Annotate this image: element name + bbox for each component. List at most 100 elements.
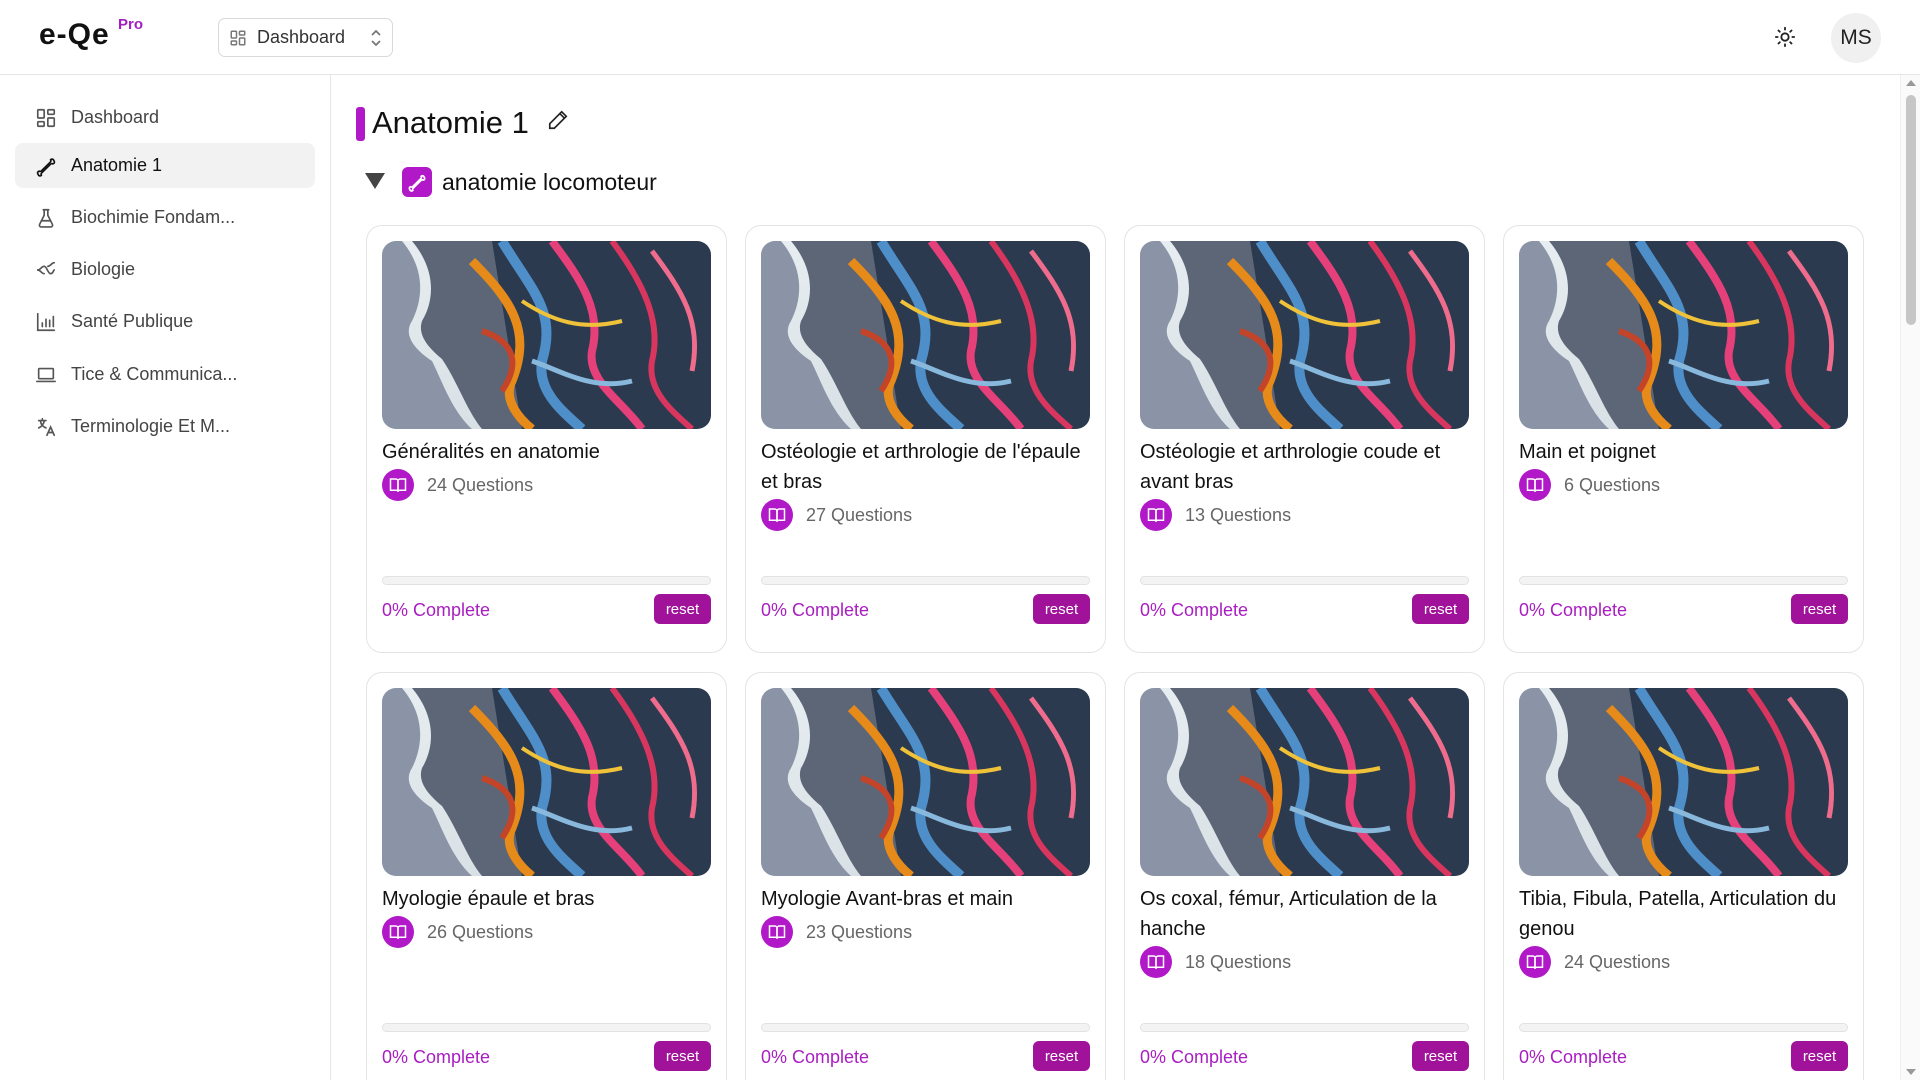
question-count-row: 13 Questions (1140, 499, 1291, 531)
sun-icon (1774, 26, 1796, 48)
edit-title-button[interactable] (547, 109, 569, 136)
sidebar-item-biochimie[interactable]: Biochimie Fondam... (15, 195, 315, 240)
lesson-card[interactable]: Myologie Avant-bras et main 23 Questions… (745, 672, 1106, 1080)
card-anatomy-image (1519, 688, 1848, 876)
reset-button[interactable]: reset (654, 594, 711, 624)
book-icon (761, 499, 793, 531)
reset-button[interactable]: reset (1412, 1041, 1469, 1071)
book-icon (1140, 499, 1172, 531)
scroll-up-arrow[interactable] (1906, 80, 1916, 86)
book-icon (1140, 946, 1172, 978)
scrollbar[interactable] (1900, 75, 1920, 1080)
card-title: Ostéologie et arthrologie coude et avant… (1140, 441, 1441, 493)
reset-button[interactable]: reset (1033, 594, 1090, 624)
card-title: Généralités en anatomie (382, 441, 600, 463)
book-icon (1519, 946, 1551, 978)
question-count: 24 Questions (1564, 951, 1671, 972)
progress-bar (761, 576, 1090, 585)
card-anatomy-image (1140, 688, 1469, 876)
sidebar-item-sante-publique[interactable]: Santé Publique (15, 299, 315, 344)
lesson-card[interactable]: Myologie épaule et bras 26 Questions 0% … (366, 672, 727, 1080)
question-count-row: 6 Questions (1519, 469, 1660, 501)
sidebar-item-anatomie-1[interactable]: Anatomie 1 (15, 143, 315, 188)
progress-bar (1519, 1023, 1848, 1032)
card-title: Ostéologie et arthrologie de l'épaule et… (761, 441, 1081, 493)
selector-label: Dashboard (257, 27, 346, 47)
progress-bar (1519, 576, 1848, 585)
scroll-thumb[interactable] (1906, 95, 1916, 325)
lesson-card[interactable]: Généralités en anatomie 24 Questions 0% … (366, 225, 727, 653)
question-count: 18 Questions (1185, 951, 1292, 972)
card-title: Myologie épaule et bras (382, 888, 595, 910)
theme-toggle-button[interactable] (1768, 20, 1802, 54)
lesson-card[interactable]: Ostéologie et arthrologie coude et avant… (1124, 225, 1485, 653)
completion-text: 0% Complete (761, 1047, 870, 1067)
reset-button[interactable]: reset (1033, 1041, 1090, 1071)
card-title: Myologie Avant-bras et main (761, 888, 1013, 910)
question-count-row: 26 Questions (382, 916, 533, 948)
sidebar-item-label: Tice & Communica... (71, 364, 238, 384)
laptop-icon (36, 367, 56, 382)
question-count-row: 27 Questions (761, 499, 912, 531)
completion-text: 0% Complete (1519, 600, 1628, 620)
question-count: 23 Questions (806, 921, 913, 942)
lesson-card[interactable]: Os coxal, fémur, Articulation de la hanc… (1124, 672, 1485, 1080)
sidebar-item-biologie[interactable]: Biologie (15, 247, 315, 292)
sidebar-item-label: Biologie (71, 259, 136, 279)
main-content: Anatomie 1 anatomie locomoteur Généralit… (332, 75, 1900, 1080)
logo-pro-badge: Pro (118, 16, 144, 33)
question-count: 26 Questions (427, 921, 534, 942)
pencil-icon (548, 110, 568, 130)
card-anatomy-image (382, 688, 711, 876)
completion-text: 0% Complete (1140, 600, 1249, 620)
card-anatomy-image (761, 688, 1090, 876)
question-count: 6 Questions (1564, 474, 1661, 495)
completion-text: 0% Complete (761, 600, 870, 620)
flask-icon (38, 208, 54, 228)
reset-button[interactable]: reset (1412, 594, 1469, 624)
progress-bar (761, 1023, 1090, 1032)
sidebar-item-terminologie[interactable]: Terminologie Et M... (15, 404, 315, 449)
sidebar-item-label: Biochimie Fondam... (71, 207, 236, 227)
question-count: 13 Questions (1185, 504, 1292, 525)
section-title: anatomie locomoteur (442, 169, 657, 195)
lesson-card[interactable]: Ostéologie et arthrologie de l'épaule et… (745, 225, 1106, 653)
progress-bar (1140, 1023, 1469, 1032)
progress-bar (382, 1023, 711, 1032)
sidebar-item-dashboard[interactable]: Dashboard (15, 95, 315, 140)
page-title: Anatomie 1 (372, 105, 529, 140)
completion-text: 0% Complete (1519, 1047, 1628, 1067)
question-count: 24 Questions (427, 474, 534, 495)
reset-button[interactable]: reset (1791, 594, 1848, 624)
bone-icon (36, 157, 56, 177)
completion-text: 0% Complete (1140, 1047, 1249, 1067)
workspace-selector[interactable]: Dashboard (218, 18, 393, 57)
app-logo[interactable]: e-Qe Pro (39, 16, 143, 52)
book-icon (382, 469, 414, 501)
question-count: 27 Questions (806, 504, 913, 525)
scroll-down-arrow[interactable] (1906, 1069, 1916, 1075)
reset-button[interactable]: reset (654, 1041, 711, 1071)
reset-button[interactable]: reset (1791, 1041, 1848, 1071)
question-count-row: 23 Questions (761, 916, 912, 948)
book-icon (761, 916, 793, 948)
title-accent-bar (356, 107, 365, 141)
completion-text: 0% Complete (382, 1047, 491, 1067)
sidebar-item-tice[interactable]: Tice & Communica... (15, 352, 315, 397)
progress-bar (382, 576, 711, 585)
dashboard-icon (36, 108, 56, 127)
bar-chart-icon (36, 312, 56, 331)
sidebar-item-label: Dashboard (71, 107, 160, 127)
card-title: Main et poignet (1519, 441, 1656, 463)
lesson-card[interactable]: Tibia, Fibula, Patella, Articulation du … (1503, 672, 1864, 1080)
progress-bar (1140, 576, 1469, 585)
card-anatomy-image (761, 241, 1090, 429)
sidebar-item-label: Anatomie 1 (71, 155, 163, 175)
section-collapse-toggle[interactable] (365, 173, 385, 189)
card-anatomy-image (1140, 241, 1469, 429)
sidebar-item-label: Terminologie Et M... (71, 416, 231, 436)
completion-text: 0% Complete (382, 600, 491, 620)
logo-text: e-Qe (39, 18, 110, 51)
lesson-card[interactable]: Main et poignet 6 Questions 0% Complete … (1503, 225, 1864, 653)
user-avatar[interactable]: MS (1831, 13, 1881, 63)
